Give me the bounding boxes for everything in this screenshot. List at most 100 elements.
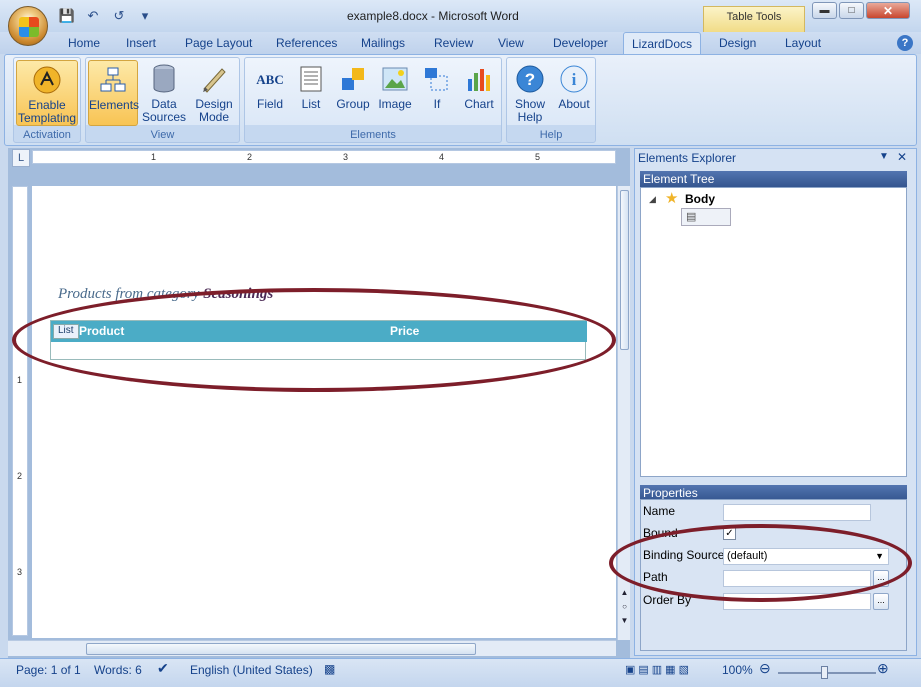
macro-record-icon[interactable]: ▩ xyxy=(324,662,335,676)
group-label: Group xyxy=(336,97,370,111)
heading-category: Seasonings xyxy=(203,286,274,302)
name-field[interactable] xyxy=(723,504,871,521)
ruler-tick: 4 xyxy=(439,152,445,162)
vertical-scrollbar[interactable]: ▲ ○ ▼ xyxy=(617,186,630,640)
ruler-tick: 2 xyxy=(17,471,23,481)
list-label: List xyxy=(301,97,321,111)
order-by-label: Order By xyxy=(643,593,692,607)
field-abc-icon: ABC xyxy=(256,71,284,87)
save-icon[interactable]: 💾 xyxy=(58,7,76,25)
tab-lizarddocs[interactable]: LizardDocs xyxy=(623,32,702,55)
products-table[interactable]: Product Price List xyxy=(50,320,587,360)
browse-controls[interactable]: ▲ ○ ▼ xyxy=(619,586,630,628)
zoom-slider-thumb[interactable] xyxy=(821,666,828,679)
office-logo-icon xyxy=(19,17,39,37)
elements-group: ABC Field List Group Image If Chart Elem… xyxy=(244,57,502,143)
tab-home[interactable]: Home xyxy=(68,36,100,50)
tab-selector-button[interactable]: L xyxy=(12,149,30,167)
horizontal-scrollbar[interactable] xyxy=(8,640,616,656)
undo-icon[interactable]: ↶ xyxy=(84,7,102,25)
tab-view[interactable]: View xyxy=(498,36,524,50)
about-button[interactable]: i About xyxy=(551,60,597,126)
element-tree-header: Element Tree xyxy=(640,171,907,187)
enable-templating-label: Enable Templating xyxy=(17,98,77,125)
tab-developer[interactable]: Developer xyxy=(553,36,608,50)
group-icon xyxy=(337,63,369,95)
image-icon xyxy=(379,63,411,95)
minimize-button[interactable]: ▬ xyxy=(812,2,837,19)
horizontal-ruler[interactable]: 1 2 3 4 5 xyxy=(32,150,616,164)
tree-node-list[interactable]: ▤ xyxy=(681,208,731,226)
page-count[interactable]: Page: 1 of 1 xyxy=(16,663,81,677)
expand-icon[interactable]: ◢ xyxy=(649,194,656,205)
enable-templating-button[interactable]: Enable Templating xyxy=(16,60,78,126)
path-browse-button[interactable]: ... xyxy=(873,570,889,587)
vertical-ruler[interactable]: 1 2 3 xyxy=(12,186,28,636)
horizontal-scroll-thumb[interactable] xyxy=(86,643,476,655)
about-label: About xyxy=(558,97,590,111)
star-icon: ★ xyxy=(665,190,679,207)
tab-design[interactable]: Design xyxy=(719,36,756,50)
language-status[interactable]: English (United States) xyxy=(190,663,313,677)
word-count[interactable]: Words: 6 xyxy=(94,663,142,677)
tab-references[interactable]: References xyxy=(276,36,337,50)
tab-layout[interactable]: Layout xyxy=(785,36,821,50)
proofing-icon[interactable]: ✔ xyxy=(157,660,169,677)
header-product: Product xyxy=(79,324,125,338)
design-mode-button[interactable]: Design Mode xyxy=(189,60,239,126)
ruler-tick: 2 xyxy=(247,152,253,162)
customize-qat-button[interactable]: ▾ xyxy=(136,7,154,25)
office-button[interactable] xyxy=(8,6,48,46)
question-icon: ? xyxy=(514,63,546,95)
path-field[interactable] xyxy=(723,570,871,587)
chart-icon xyxy=(463,63,495,95)
close-button[interactable]: ✕ xyxy=(866,2,910,19)
bound-label: Bound xyxy=(643,526,678,540)
zoom-in-icon[interactable]: ⊕ xyxy=(877,660,889,677)
zoom-level[interactable]: 100% xyxy=(722,663,753,677)
tab-insert[interactable]: Insert xyxy=(126,36,156,50)
data-sources-button[interactable]: Data Sources xyxy=(139,60,189,126)
tab-mailings[interactable]: Mailings xyxy=(361,36,405,50)
table-header-row: Product Price List xyxy=(51,321,587,342)
order-by-field[interactable] xyxy=(723,593,871,610)
pane-close-icon[interactable]: ✕ xyxy=(897,150,907,164)
ruler-tick: 1 xyxy=(17,375,23,385)
tree-node-body[interactable]: Body xyxy=(685,192,715,206)
list-element-tag[interactable]: List xyxy=(53,324,79,339)
tab-review[interactable]: Review xyxy=(434,36,473,50)
show-help-button[interactable]: ? Show Help xyxy=(507,60,553,126)
binding-source-select[interactable]: (default) ▼ xyxy=(723,548,889,565)
chart-label: Chart xyxy=(464,97,494,111)
help-icon[interactable]: ? xyxy=(897,35,913,51)
image-label: Image xyxy=(378,97,412,111)
design-ruler-icon xyxy=(198,63,230,95)
svg-text:?: ? xyxy=(525,70,535,89)
design-mode-label: Design Mode xyxy=(195,97,233,124)
maximize-button[interactable]: □ xyxy=(839,2,864,19)
vertical-scroll-thumb[interactable] xyxy=(620,190,629,350)
document-heading: Products from category Seasonings xyxy=(58,286,273,303)
info-icon: i xyxy=(558,63,590,95)
svg-text:i: i xyxy=(572,70,577,89)
zoom-out-icon[interactable]: ⊖ xyxy=(759,660,771,677)
ribbon-tabs: Home Insert Page Layout References Maili… xyxy=(0,32,921,55)
chart-button[interactable]: Chart xyxy=(454,60,504,126)
database-icon xyxy=(148,63,180,95)
pane-menu-icon[interactable]: ▼ xyxy=(879,151,889,162)
redo-icon[interactable]: ↺ xyxy=(110,7,128,25)
view-buttons[interactable]: ▣▤▥▦▧ xyxy=(625,663,692,676)
bound-checkbox[interactable]: ✓ xyxy=(723,527,736,540)
if-label: If xyxy=(433,97,441,111)
element-tree[interactable]: ◢ ★ Body ▤ xyxy=(640,187,907,477)
order-by-browse-button[interactable]: ... xyxy=(873,593,889,610)
ruler-tick: 1 xyxy=(151,152,157,162)
document-page[interactable]: Products from category Seasonings Produc… xyxy=(32,186,616,638)
if-icon xyxy=(421,63,453,95)
activation-group: Enable Templating Activation xyxy=(13,57,81,143)
elements-button[interactable]: Elements xyxy=(88,60,139,126)
tab-page-layout[interactable]: Page Layout xyxy=(185,36,252,50)
status-bar: Page: 1 of 1 Words: 6 ✔ English (United … xyxy=(0,658,921,687)
heading-text: Products from category xyxy=(58,286,200,302)
elements-group-label: Elements xyxy=(350,129,396,141)
